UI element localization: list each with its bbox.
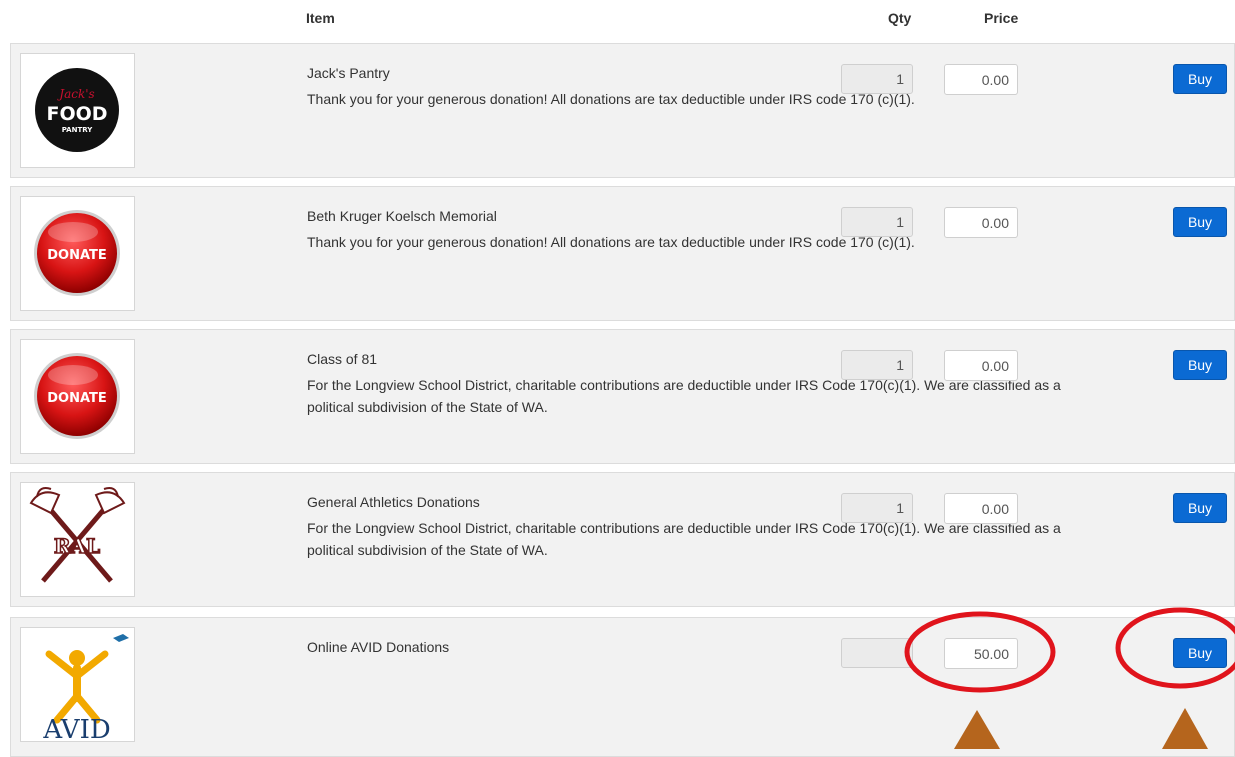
svg-text:Jack's: Jack's [56, 87, 94, 101]
qty-field[interactable] [841, 638, 913, 668]
svg-text:PANTRY: PANTRY [62, 126, 94, 134]
donate-button-icon: DONATE [20, 196, 135, 311]
header-qty: Qty [888, 10, 912, 26]
table-header: Item Qty Price [0, 0, 1235, 40]
avid-logo-icon: AVID [20, 627, 135, 742]
item-title: Online AVID Donations [307, 639, 450, 655]
svg-text:DONATE: DONATE [47, 248, 107, 263]
list-item: AVID Online AVID Donations Buy [10, 617, 1235, 757]
item-title: General Athletics Donations [307, 494, 480, 510]
list-item: RAL General Athletics Donations For the … [10, 472, 1235, 607]
price-input[interactable] [944, 350, 1018, 381]
ral-crossed-axes-icon: RAL [20, 482, 135, 597]
header-price: Price [984, 10, 1019, 26]
item-title: Class of 81 [307, 351, 378, 367]
price-input[interactable] [944, 64, 1018, 95]
price-input[interactable] [944, 638, 1018, 669]
svg-text:AVID: AVID [42, 715, 110, 741]
price-input[interactable] [944, 493, 1018, 524]
qty-field[interactable] [841, 207, 913, 237]
qty-field[interactable] [841, 64, 913, 94]
buy-button[interactable]: Buy [1173, 207, 1227, 237]
list-item: DONATE Class of 81 For the Longview Scho… [10, 329, 1235, 464]
buy-button[interactable]: Buy [1173, 638, 1227, 668]
svg-text:FOOD: FOOD [46, 103, 107, 125]
buy-button[interactable]: Buy [1173, 493, 1227, 523]
food-pantry-logo-icon: Jack's FOOD PANTRY [20, 53, 135, 168]
svg-text:DONATE: DONATE [47, 391, 107, 406]
list-item: DONATE Beth Kruger Koelsch Memorial Than… [10, 186, 1235, 321]
header-item: Item [306, 10, 335, 26]
qty-field[interactable] [841, 350, 913, 380]
buy-button[interactable]: Buy [1173, 64, 1227, 94]
buy-button[interactable]: Buy [1173, 350, 1227, 380]
list-item: Jack's FOOD PANTRY Jack's Pantry Thank y… [10, 43, 1235, 178]
item-title: Jack's Pantry [307, 65, 390, 81]
item-title: Beth Kruger Koelsch Memorial [307, 208, 497, 224]
price-input[interactable] [944, 207, 1018, 238]
svg-text:RAL: RAL [54, 534, 100, 558]
donate-button-icon: DONATE [20, 339, 135, 454]
qty-field[interactable] [841, 493, 913, 523]
